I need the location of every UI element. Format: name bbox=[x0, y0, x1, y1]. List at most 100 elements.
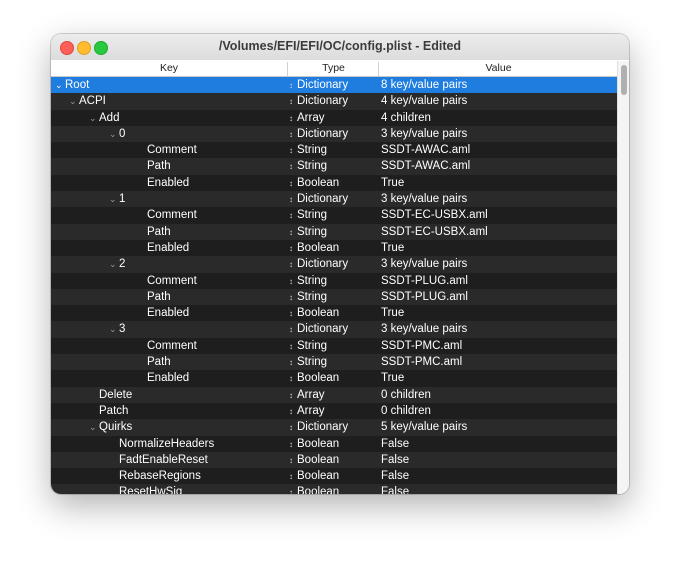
disclosure-chevron-down-icon[interactable]: ⌄ bbox=[109, 256, 119, 272]
type-label: Boolean bbox=[297, 372, 340, 385]
table-row[interactable]: ⌄ Root ↕ Dictionary 8 key/value pairs bbox=[51, 77, 617, 94]
table-row[interactable]: ⌄ 3 ↕ Dictionary 3 key/value pairs bbox=[51, 321, 617, 338]
type-popup[interactable]: ↕ String bbox=[289, 224, 378, 241]
value-cell[interactable]: False bbox=[381, 468, 617, 484]
type-label: Boolean bbox=[297, 176, 340, 189]
type-label: Dictionary bbox=[297, 79, 349, 91]
table-row[interactable]: Comment ↕ String SSDT-EC-USBX.aml bbox=[51, 207, 617, 224]
value-cell[interactable]: True bbox=[381, 305, 617, 321]
column-header-type[interactable]: Type bbox=[287, 62, 379, 76]
value-cell[interactable]: SSDT-PLUG.aml bbox=[381, 273, 617, 289]
type-popup[interactable]: ↕ Boolean bbox=[289, 305, 378, 322]
value-cell[interactable]: 4 key/value pairs bbox=[381, 93, 617, 109]
disclosure-chevron-down-icon[interactable]: ⌄ bbox=[109, 126, 119, 142]
table-row[interactable]: Enabled ↕ Boolean True bbox=[51, 305, 617, 322]
column-header-value[interactable]: Value bbox=[378, 62, 618, 76]
table-row[interactable]: ⌄ 1 ↕ Dictionary 3 key/value pairs bbox=[51, 191, 617, 208]
table-row[interactable]: Enabled ↕ Boolean True bbox=[51, 174, 617, 192]
value-cell[interactable]: SSDT-EC-USBX.aml bbox=[381, 224, 617, 240]
type-popup[interactable]: ↕ Array bbox=[289, 403, 378, 420]
type-popup[interactable]: ↕ Array bbox=[289, 110, 378, 127]
key-cell[interactable]: ⌄ ACPI bbox=[51, 93, 305, 109]
table-row[interactable]: NormalizeHeaders ↕ Boolean False bbox=[51, 435, 617, 453]
table-row[interactable]: Comment ↕ String SSDT-PMC.aml bbox=[51, 337, 617, 355]
value-cell[interactable]: False bbox=[381, 484, 617, 494]
disclosure-chevron-down-icon[interactable]: ⌄ bbox=[89, 419, 99, 435]
table-row[interactable]: ResetHwSig ↕ Boolean False bbox=[51, 484, 617, 494]
type-popup[interactable]: ↕ String bbox=[289, 207, 378, 224]
key-cell[interactable]: Patch bbox=[51, 403, 325, 419]
table-row[interactable]: Path ↕ String SSDT-AWAC.aml bbox=[51, 158, 617, 175]
table-row[interactable]: Enabled ↕ Boolean True bbox=[51, 370, 617, 387]
type-popup[interactable]: ↕ String bbox=[289, 142, 378, 159]
table-row[interactable]: ⌄ Add ↕ Array 4 children bbox=[51, 109, 617, 127]
type-popup[interactable]: ↕ Dictionary bbox=[289, 77, 378, 94]
type-popup[interactable]: ↕ String bbox=[289, 289, 378, 306]
type-popup[interactable]: ↕ Boolean bbox=[289, 484, 378, 494]
key-cell[interactable]: ⌄ Quirks bbox=[51, 419, 325, 435]
type-popup[interactable]: ↕ Array bbox=[289, 387, 378, 404]
table-row[interactable]: ⌄ ACPI ↕ Dictionary 4 key/value pairs bbox=[51, 93, 617, 110]
value-cell[interactable]: True bbox=[381, 240, 617, 256]
value-cell[interactable]: 3 key/value pairs bbox=[381, 321, 617, 337]
key-cell[interactable]: ⌄ Root bbox=[51, 77, 291, 93]
value-cell[interactable]: 3 key/value pairs bbox=[381, 191, 617, 207]
value-cell[interactable]: True bbox=[381, 175, 617, 191]
type-popup[interactable]: ↕ Dictionary bbox=[289, 256, 378, 273]
type-popup[interactable]: ↕ Boolean bbox=[289, 468, 378, 485]
disclosure-chevron-down-icon[interactable]: ⌄ bbox=[69, 93, 79, 109]
type-popup[interactable]: ↕ Boolean bbox=[289, 452, 378, 469]
value-cell[interactable]: 8 key/value pairs bbox=[381, 77, 617, 93]
type-popup[interactable]: ↕ Dictionary bbox=[289, 126, 378, 143]
type-popup[interactable]: ↕ Dictionary bbox=[289, 191, 378, 208]
table-row[interactable]: Comment ↕ String SSDT-PLUG.aml bbox=[51, 272, 617, 290]
type-popup[interactable]: ↕ Dictionary bbox=[289, 419, 378, 436]
vertical-scrollbar[interactable] bbox=[617, 61, 629, 494]
column-header-key[interactable]: Key bbox=[51, 62, 287, 74]
table-row[interactable]: ⌄ 2 ↕ Dictionary 3 key/value pairs bbox=[51, 256, 617, 273]
type-popup[interactable]: ↕ Boolean bbox=[289, 175, 378, 192]
value-cell[interactable]: 4 children bbox=[381, 110, 617, 126]
table-row[interactable]: Comment ↕ String SSDT-AWAC.aml bbox=[51, 142, 617, 159]
value-cell[interactable]: SSDT-EC-USBX.aml bbox=[381, 207, 617, 223]
value-cell[interactable]: SSDT-PMC.aml bbox=[381, 338, 617, 354]
table-row[interactable]: Delete ↕ Array 0 children bbox=[51, 386, 617, 404]
scrollbar-thumb[interactable] bbox=[621, 65, 627, 95]
type-popup[interactable]: ↕ Dictionary bbox=[289, 93, 378, 110]
disclosure-chevron-down-icon[interactable]: ⌄ bbox=[89, 110, 99, 126]
table-row[interactable]: ⌄ 0 ↕ Dictionary 3 key/value pairs bbox=[51, 125, 617, 143]
value-cell[interactable]: 3 key/value pairs bbox=[381, 126, 617, 142]
table-row[interactable]: Enabled ↕ Boolean True bbox=[51, 239, 617, 257]
value-cell[interactable]: 5 key/value pairs bbox=[381, 419, 617, 435]
type-popup[interactable]: ↕ String bbox=[289, 273, 378, 290]
value-cell[interactable]: SSDT-AWAC.aml bbox=[381, 142, 617, 158]
value-cell[interactable]: SSDT-PMC.aml bbox=[381, 354, 617, 370]
type-popup[interactable]: ↕ Boolean bbox=[289, 240, 378, 257]
table-row[interactable]: RebaseRegions ↕ Boolean False bbox=[51, 468, 617, 485]
type-popup[interactable]: ↕ String bbox=[289, 158, 378, 175]
value-cell[interactable]: SSDT-AWAC.aml bbox=[381, 158, 617, 174]
disclosure-chevron-down-icon[interactable]: ⌄ bbox=[109, 191, 119, 207]
type-popup[interactable]: ↕ Boolean bbox=[289, 370, 378, 387]
table-row[interactable]: Path ↕ String SSDT-PMC.aml bbox=[51, 354, 617, 371]
type-popup[interactable]: ↕ Boolean bbox=[289, 436, 378, 453]
type-popup[interactable]: ↕ String bbox=[289, 354, 378, 371]
disclosure-chevron-down-icon[interactable]: ⌄ bbox=[109, 321, 119, 337]
table-row[interactable]: Path ↕ String SSDT-PLUG.aml bbox=[51, 288, 617, 306]
type-popup[interactable]: ↕ Dictionary bbox=[289, 321, 378, 338]
disclosure-chevron-down-icon[interactable]: ⌄ bbox=[55, 77, 65, 93]
value-cell[interactable]: 0 children bbox=[381, 387, 617, 403]
table-row[interactable]: Path ↕ String SSDT-EC-USBX.aml bbox=[51, 223, 617, 241]
value-cell[interactable]: True bbox=[381, 370, 617, 386]
key-cell[interactable]: Delete bbox=[51, 387, 325, 403]
value-cell[interactable]: 3 key/value pairs bbox=[381, 256, 617, 272]
table-row[interactable]: FadtEnableReset ↕ Boolean False bbox=[51, 451, 617, 469]
table-row[interactable]: Patch ↕ Array 0 children bbox=[51, 402, 617, 420]
table-row[interactable]: ⌄ Quirks ↕ Dictionary 5 key/value pairs bbox=[51, 419, 617, 436]
value-cell[interactable]: SSDT-PLUG.aml bbox=[381, 289, 617, 305]
value-cell[interactable]: False bbox=[381, 452, 617, 468]
key-cell[interactable]: ⌄ Add bbox=[51, 110, 325, 126]
value-cell[interactable]: False bbox=[381, 436, 617, 452]
value-cell[interactable]: 0 children bbox=[381, 403, 617, 419]
type-popup[interactable]: ↕ String bbox=[289, 338, 378, 355]
